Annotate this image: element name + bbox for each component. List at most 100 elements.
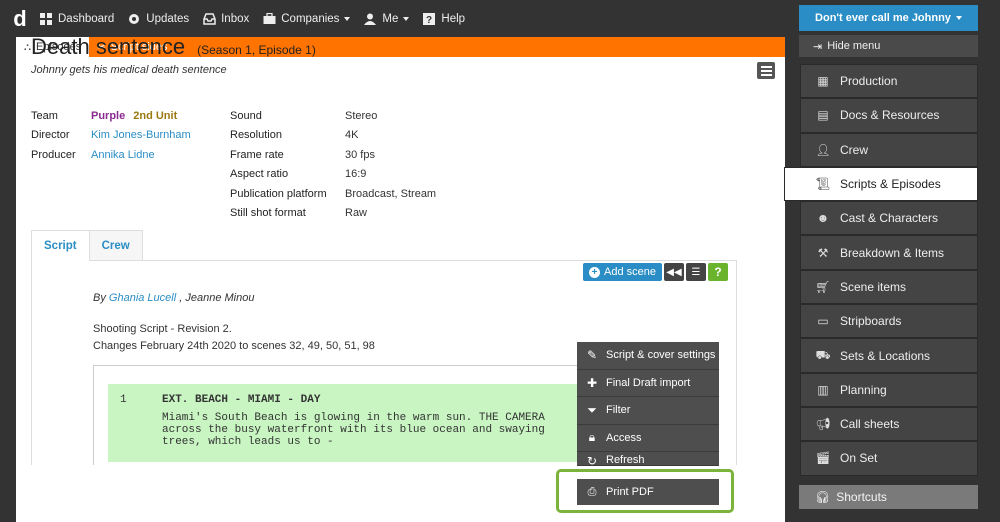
add-scene-button[interactable]: + Add scene bbox=[583, 263, 662, 281]
meta-value: 16:9 bbox=[345, 168, 367, 181]
meta-key: Still shot format bbox=[230, 207, 306, 220]
content-subtabs: Script Crew bbox=[31, 230, 143, 261]
sidebar-item-label: Stripboards bbox=[840, 314, 902, 329]
tab-crew[interactable]: Crew bbox=[88, 230, 143, 260]
truck-icon: ⛟ bbox=[815, 347, 831, 362]
shortcuts-button[interactable]: 🎧︎ Shortcuts bbox=[799, 485, 978, 509]
meta-technical: Sound Stereo Resolution 4K Frame rate 30 fp… bbox=[230, 106, 436, 223]
nav-inbox[interactable]: Inbox bbox=[203, 0, 249, 37]
nav-dashboard-label: Dashboard bbox=[58, 12, 115, 25]
nav-updates[interactable]: Updates bbox=[128, 0, 189, 37]
sidebar-item-docs[interactable]: ▤ Docs & Resources bbox=[800, 98, 978, 133]
sidebar-item-planning[interactable]: ▥ Planning bbox=[800, 372, 978, 407]
author-secondary: , Jeanne Minou bbox=[179, 292, 255, 304]
meta-row-producer: Producer Annika Lidne bbox=[31, 145, 191, 165]
print-pdf-highlight bbox=[556, 469, 734, 513]
tab-script[interactable]: Script bbox=[31, 230, 90, 261]
refresh-icon: ↻ bbox=[586, 454, 598, 466]
meta-row-team: Team Purple 2nd Unit bbox=[31, 106, 191, 126]
masks-icon: ☻ bbox=[816, 211, 830, 226]
sitemap-icon: ⛬ bbox=[24, 41, 31, 53]
menu-item-label: Final Draft import bbox=[606, 376, 691, 389]
menu-item-script-cover-settings[interactable]: ✎ Script & cover settings bbox=[577, 342, 719, 370]
nav-me[interactable]: Me bbox=[364, 0, 410, 37]
rewind-button[interactable]: ◀◀ bbox=[663, 263, 684, 281]
scene-heading: EXT. BEACH - MIAMI - DAY bbox=[162, 394, 321, 406]
menu-item-label: Refresh bbox=[606, 454, 645, 466]
sidebar-item-cast[interactable]: ☻ Cast & Characters bbox=[800, 201, 978, 236]
menu-item-filter[interactable]: ⏷ Filter bbox=[577, 397, 719, 425]
sidebar-item-label: Scene items bbox=[840, 279, 907, 294]
sidebar-item-label: Docs & Resources bbox=[840, 108, 940, 123]
sidebar-item-crew[interactable]: 👤︎ Crew bbox=[800, 132, 978, 167]
sidebar-item-scripts-episodes[interactable]: 📜︎ Scripts & Episodes bbox=[784, 166, 978, 202]
top-navbar: d Dashboard Updates Inbox Companies Me ?… bbox=[0, 0, 785, 37]
sidebar-item-scene-items[interactable]: 🛒︎ Scene items bbox=[800, 269, 978, 305]
hide-menu-button[interactable]: ⇥ Hide menu bbox=[799, 35, 978, 57]
script-menu-dropdown: ✎ Script & cover settings ✚ Final Draft … bbox=[577, 342, 719, 466]
meta-value: 4K bbox=[345, 129, 359, 142]
sidebar-item-on-set[interactable]: 🎬︎ On Set bbox=[800, 441, 978, 476]
page-menu-button[interactable] bbox=[757, 62, 775, 79]
menu-item-access[interactable]: 🔒︎ Access bbox=[577, 424, 719, 452]
meta-row: Resolution 4K bbox=[230, 126, 436, 146]
scene-number: 1 bbox=[120, 394, 127, 406]
calendar-icon: ▥ bbox=[817, 382, 829, 397]
nav-help-label: Help bbox=[441, 12, 466, 25]
account-dropdown[interactable]: Don't ever call me Johnny bbox=[799, 5, 978, 31]
nav-dashboard[interactable]: Dashboard bbox=[40, 0, 114, 37]
headphones-icon: 🎧︎ bbox=[815, 490, 831, 504]
sidebar-item-breakdown[interactable]: ⚒ Breakdown & Items bbox=[800, 235, 978, 270]
sidebar-item-label: Crew bbox=[840, 142, 869, 157]
meta-row: Aspect ratio 16:9 bbox=[230, 165, 436, 185]
rewind-icon: ◀◀ bbox=[666, 266, 682, 278]
breakdown-icon: ⚒ bbox=[817, 245, 829, 260]
sidebar-item-production[interactable]: ▦ Production bbox=[800, 64, 978, 99]
svg-text:?: ? bbox=[426, 15, 432, 25]
meta-people: Team Purple 2nd Unit Director Kim Jones-… bbox=[31, 106, 191, 165]
director-link[interactable]: Kim Jones-Burnham bbox=[91, 129, 191, 141]
script-menu-button[interactable]: ☰ bbox=[685, 263, 706, 281]
menu-item-label: Script & cover settings bbox=[606, 349, 716, 362]
help-button[interactable]: ? bbox=[707, 263, 728, 281]
sidebar-item-label: Sets & Locations bbox=[840, 348, 931, 363]
team-purple[interactable]: Purple bbox=[91, 110, 125, 122]
team-unit[interactable]: 2nd Unit bbox=[133, 110, 177, 122]
meta-row: Sound Stereo bbox=[230, 106, 436, 126]
nav-updates-label: Updates bbox=[146, 12, 190, 25]
meta-value: Raw bbox=[345, 207, 368, 220]
menu-item-refresh[interactable]: ↻ Refresh bbox=[577, 452, 719, 466]
sidebar-item-label: Breakdown & Items bbox=[840, 245, 945, 260]
changes-label: Changes February 24th 2020 to scenes 32,… bbox=[93, 340, 375, 352]
meta-key: Publication platform bbox=[230, 187, 327, 200]
season-episode: (Season 1, Episode 1) bbox=[197, 43, 316, 57]
sidebar-item-label: On Set bbox=[840, 451, 878, 466]
meta-key: Producer bbox=[31, 148, 76, 161]
meta-row: Frame rate 30 fps bbox=[230, 145, 436, 165]
nav-companies[interactable]: Companies bbox=[263, 0, 351, 37]
producer-link[interactable]: Annika Lidne bbox=[91, 149, 155, 161]
account-label: Don't ever call me Johnny bbox=[815, 12, 951, 24]
script-toolbar: + Add scene ◀◀ ☰ ? bbox=[583, 263, 728, 281]
sidebar-item-sets[interactable]: ⛟ Sets & Locations bbox=[800, 338, 978, 373]
meta-row: Still shot format Raw bbox=[230, 204, 436, 224]
nav-companies-label: Companies bbox=[281, 12, 340, 25]
grid-icon bbox=[40, 12, 53, 25]
author-link[interactable]: Ghania Lucell bbox=[109, 292, 176, 304]
logo[interactable]: d bbox=[0, 0, 40, 37]
page-title: Death sentence bbox=[31, 34, 186, 59]
sidebar-item-call-sheets[interactable]: 📢︎ Call sheets bbox=[800, 406, 978, 442]
cart-icon: 🛒︎ bbox=[815, 279, 831, 294]
shooting-script-label: Shooting Script - Revision 2. bbox=[93, 323, 232, 335]
nav-help[interactable]: ? Help bbox=[423, 0, 465, 37]
meta-key: Resolution bbox=[230, 129, 282, 142]
filter-icon: ⏷ bbox=[587, 402, 597, 417]
menu-item-final-draft-import[interactable]: ✚ Final Draft import bbox=[577, 369, 719, 397]
sidebar-item-stripboards[interactable]: ▭ Stripboards bbox=[800, 304, 978, 339]
hide-menu-label: Hide menu bbox=[827, 40, 881, 52]
menu-item-label: Access bbox=[606, 431, 642, 444]
plus-icon: + bbox=[589, 266, 600, 278]
sidebar-item-label: Scripts & Episodes bbox=[840, 177, 941, 192]
shortcuts-label: Shortcuts bbox=[836, 490, 887, 504]
episode-header: Death sentence (Season 1, Episode 1) bbox=[31, 34, 316, 60]
